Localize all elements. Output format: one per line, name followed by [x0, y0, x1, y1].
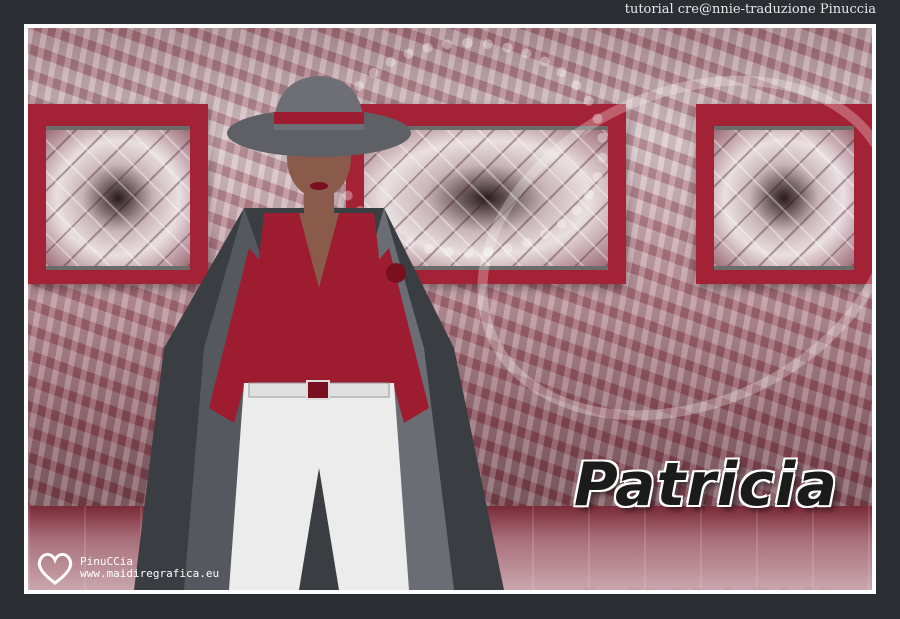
credit-text: tutorial cre@nnie-traduzione Pinuccia — [624, 2, 876, 17]
watermark-site: www.maidiregrafica.eu — [80, 567, 220, 580]
name-logo: Patricia — [573, 450, 838, 520]
heart-icon — [37, 552, 73, 585]
name-logo-reflection: Patricia — [582, 576, 838, 590]
watermark: PinuCCia www.maidiregrafica.eu — [34, 550, 219, 586]
woman-figure — [134, 76, 504, 590]
artwork-canvas: Patricia Patricia PinuCCia www.maidiregr… — [28, 28, 872, 590]
artwork-frame: Patricia Patricia PinuCCia www.maidiregr… — [24, 24, 876, 594]
watermark-text: PinuCCia www.maidiregrafica.eu — [80, 556, 219, 580]
